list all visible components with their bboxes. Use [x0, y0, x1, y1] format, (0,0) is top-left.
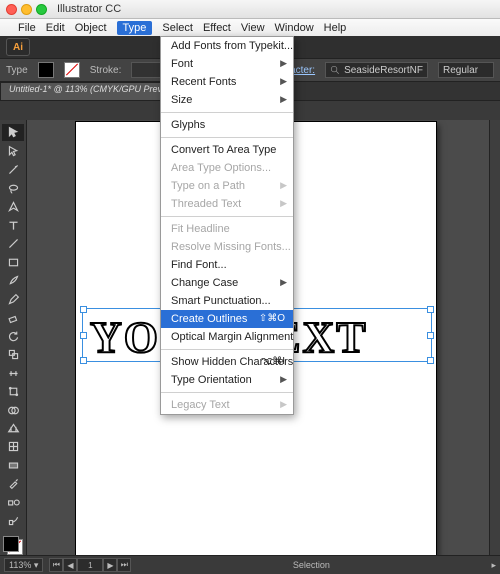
- menu-recent-fonts[interactable]: Recent Fonts: [161, 73, 293, 91]
- ai-logo-icon: Ai: [6, 38, 30, 56]
- blend-tool[interactable]: [2, 494, 24, 511]
- status-menu-button[interactable]: ▸: [491, 560, 496, 571]
- rotate-tool[interactable]: [2, 327, 24, 344]
- pen-tool[interactable]: [2, 198, 24, 215]
- menu-file[interactable]: File: [18, 22, 36, 34]
- stroke-label: Stroke:: [90, 65, 122, 76]
- mesh-tool[interactable]: [2, 438, 24, 455]
- zoom-value: 113%: [9, 560, 31, 570]
- menu-separator: [161, 392, 293, 393]
- window-close-dot[interactable]: [6, 4, 17, 15]
- eraser-tool[interactable]: [2, 309, 24, 326]
- selection-handle[interactable]: [80, 357, 87, 364]
- selection-tool[interactable]: [2, 124, 24, 141]
- menu-change-case[interactable]: Change Case: [161, 274, 293, 292]
- menu-view[interactable]: View: [241, 22, 265, 34]
- fill-stroke-indicator[interactable]: [2, 535, 24, 556]
- menu-separator: [161, 216, 293, 217]
- search-icon: [330, 65, 340, 75]
- scale-tool[interactable]: [2, 346, 24, 363]
- menu-fit-headline: Fit Headline: [161, 220, 293, 238]
- artboard-next-button[interactable]: ▶: [103, 558, 117, 572]
- fill-swatch[interactable]: [38, 62, 54, 78]
- menu-font[interactable]: Font: [161, 55, 293, 73]
- width-tool[interactable]: [2, 364, 24, 381]
- font-family-value: SeasideResortNF: [344, 65, 423, 76]
- zoom-field[interactable]: 113% ▾: [4, 558, 43, 572]
- menu-type-on-path: Type on a Path: [161, 177, 293, 195]
- menu-help[interactable]: Help: [324, 22, 347, 34]
- menu-add-fonts-typekit[interactable]: Add Fonts from Typekit...: [161, 37, 293, 55]
- menu-show-hidden-chars-shortcut: ⌥⌘I: [261, 356, 285, 367]
- window-zoom-dot[interactable]: [36, 4, 47, 15]
- line-tool[interactable]: [2, 235, 24, 252]
- rectangle-tool[interactable]: [2, 253, 24, 270]
- pencil-tool[interactable]: [2, 290, 24, 307]
- app-title: Illustrator CC: [57, 3, 121, 15]
- stroke-swatch[interactable]: [64, 62, 80, 78]
- menu-select[interactable]: Select: [162, 22, 193, 34]
- menu-glyphs[interactable]: Glyphs: [161, 116, 293, 134]
- type-menu-dropdown: Add Fonts from Typekit... Font Recent Fo…: [160, 36, 294, 415]
- menu-window[interactable]: Window: [275, 22, 314, 34]
- free-transform-tool[interactable]: [2, 383, 24, 400]
- menu-type-orientation[interactable]: Type Orientation: [161, 371, 293, 389]
- menu-create-outlines-label: Create Outlines: [171, 313, 247, 325]
- menu-area-type-options: Area Type Options...: [161, 159, 293, 177]
- shape-builder-tool[interactable]: [2, 401, 24, 418]
- selection-handle[interactable]: [427, 306, 434, 313]
- menu-resolve-missing-fonts: Resolve Missing Fonts...: [161, 238, 293, 256]
- artboard-first-button[interactable]: ⏮: [49, 558, 63, 572]
- control-mode-label: Type: [6, 65, 28, 76]
- menu-size[interactable]: Size: [161, 91, 293, 109]
- selection-handle[interactable]: [427, 332, 434, 339]
- menu-threaded-text: Threaded Text: [161, 195, 293, 213]
- font-family-field[interactable]: SeasideResortNF: [325, 62, 428, 78]
- menu-separator: [161, 112, 293, 113]
- menu-find-font[interactable]: Find Font...: [161, 256, 293, 274]
- menu-create-outlines-shortcut: ⇧⌘O: [259, 313, 285, 324]
- artboard-prev-button[interactable]: ◀: [63, 558, 77, 572]
- menu-separator: [161, 349, 293, 350]
- right-panel-strip[interactable]: [489, 120, 500, 556]
- menu-smart-punctuation[interactable]: Smart Punctuation...: [161, 292, 293, 310]
- paintbrush-tool[interactable]: [2, 272, 24, 289]
- menu-edit[interactable]: Edit: [46, 22, 65, 34]
- selection-handle[interactable]: [427, 357, 434, 364]
- direct-selection-tool[interactable]: [2, 142, 24, 159]
- selection-handle[interactable]: [80, 306, 87, 313]
- magic-wand-tool[interactable]: [2, 161, 24, 178]
- perspective-grid-tool[interactable]: [2, 420, 24, 437]
- status-bar: 113% ▾ ⏮ ◀ 1 ▶ ⏭ Selection ▸: [0, 555, 500, 574]
- menu-object[interactable]: Object: [75, 22, 107, 34]
- status-mode: Selection: [293, 560, 330, 570]
- symbol-sprayer-tool[interactable]: [2, 512, 24, 529]
- menu-type[interactable]: Type: [117, 21, 153, 35]
- tools-panel: [0, 120, 27, 556]
- artboard-last-button[interactable]: ⏭: [117, 558, 131, 572]
- menu-legacy-text: Legacy Text: [161, 396, 293, 414]
- artboard-index-field[interactable]: 1: [77, 558, 103, 572]
- gradient-tool[interactable]: [2, 457, 24, 474]
- menu-effect[interactable]: Effect: [203, 22, 231, 34]
- menu-show-hidden-chars[interactable]: Show Hidden Characters ⌥⌘I: [161, 353, 293, 371]
- artboard-nav: ⏮ ◀ 1 ▶ ⏭: [49, 558, 131, 572]
- font-style-field[interactable]: Regular: [438, 62, 494, 78]
- menu-convert-area-type[interactable]: Convert To Area Type: [161, 141, 293, 159]
- selection-handle[interactable]: [80, 332, 87, 339]
- menu-optical-margin[interactable]: Optical Margin Alignment: [161, 328, 293, 346]
- font-style-value: Regular: [443, 65, 478, 76]
- fill-indicator[interactable]: [3, 536, 19, 552]
- menu-create-outlines[interactable]: Create Outlines ⇧⌘O: [161, 310, 293, 328]
- type-tool[interactable]: [2, 216, 24, 233]
- eyedropper-tool[interactable]: [2, 475, 24, 492]
- window-minimize-dot[interactable]: [21, 4, 32, 15]
- menu-separator: [161, 137, 293, 138]
- mac-titlebar: Illustrator CC: [0, 0, 500, 19]
- lasso-tool[interactable]: [2, 179, 24, 196]
